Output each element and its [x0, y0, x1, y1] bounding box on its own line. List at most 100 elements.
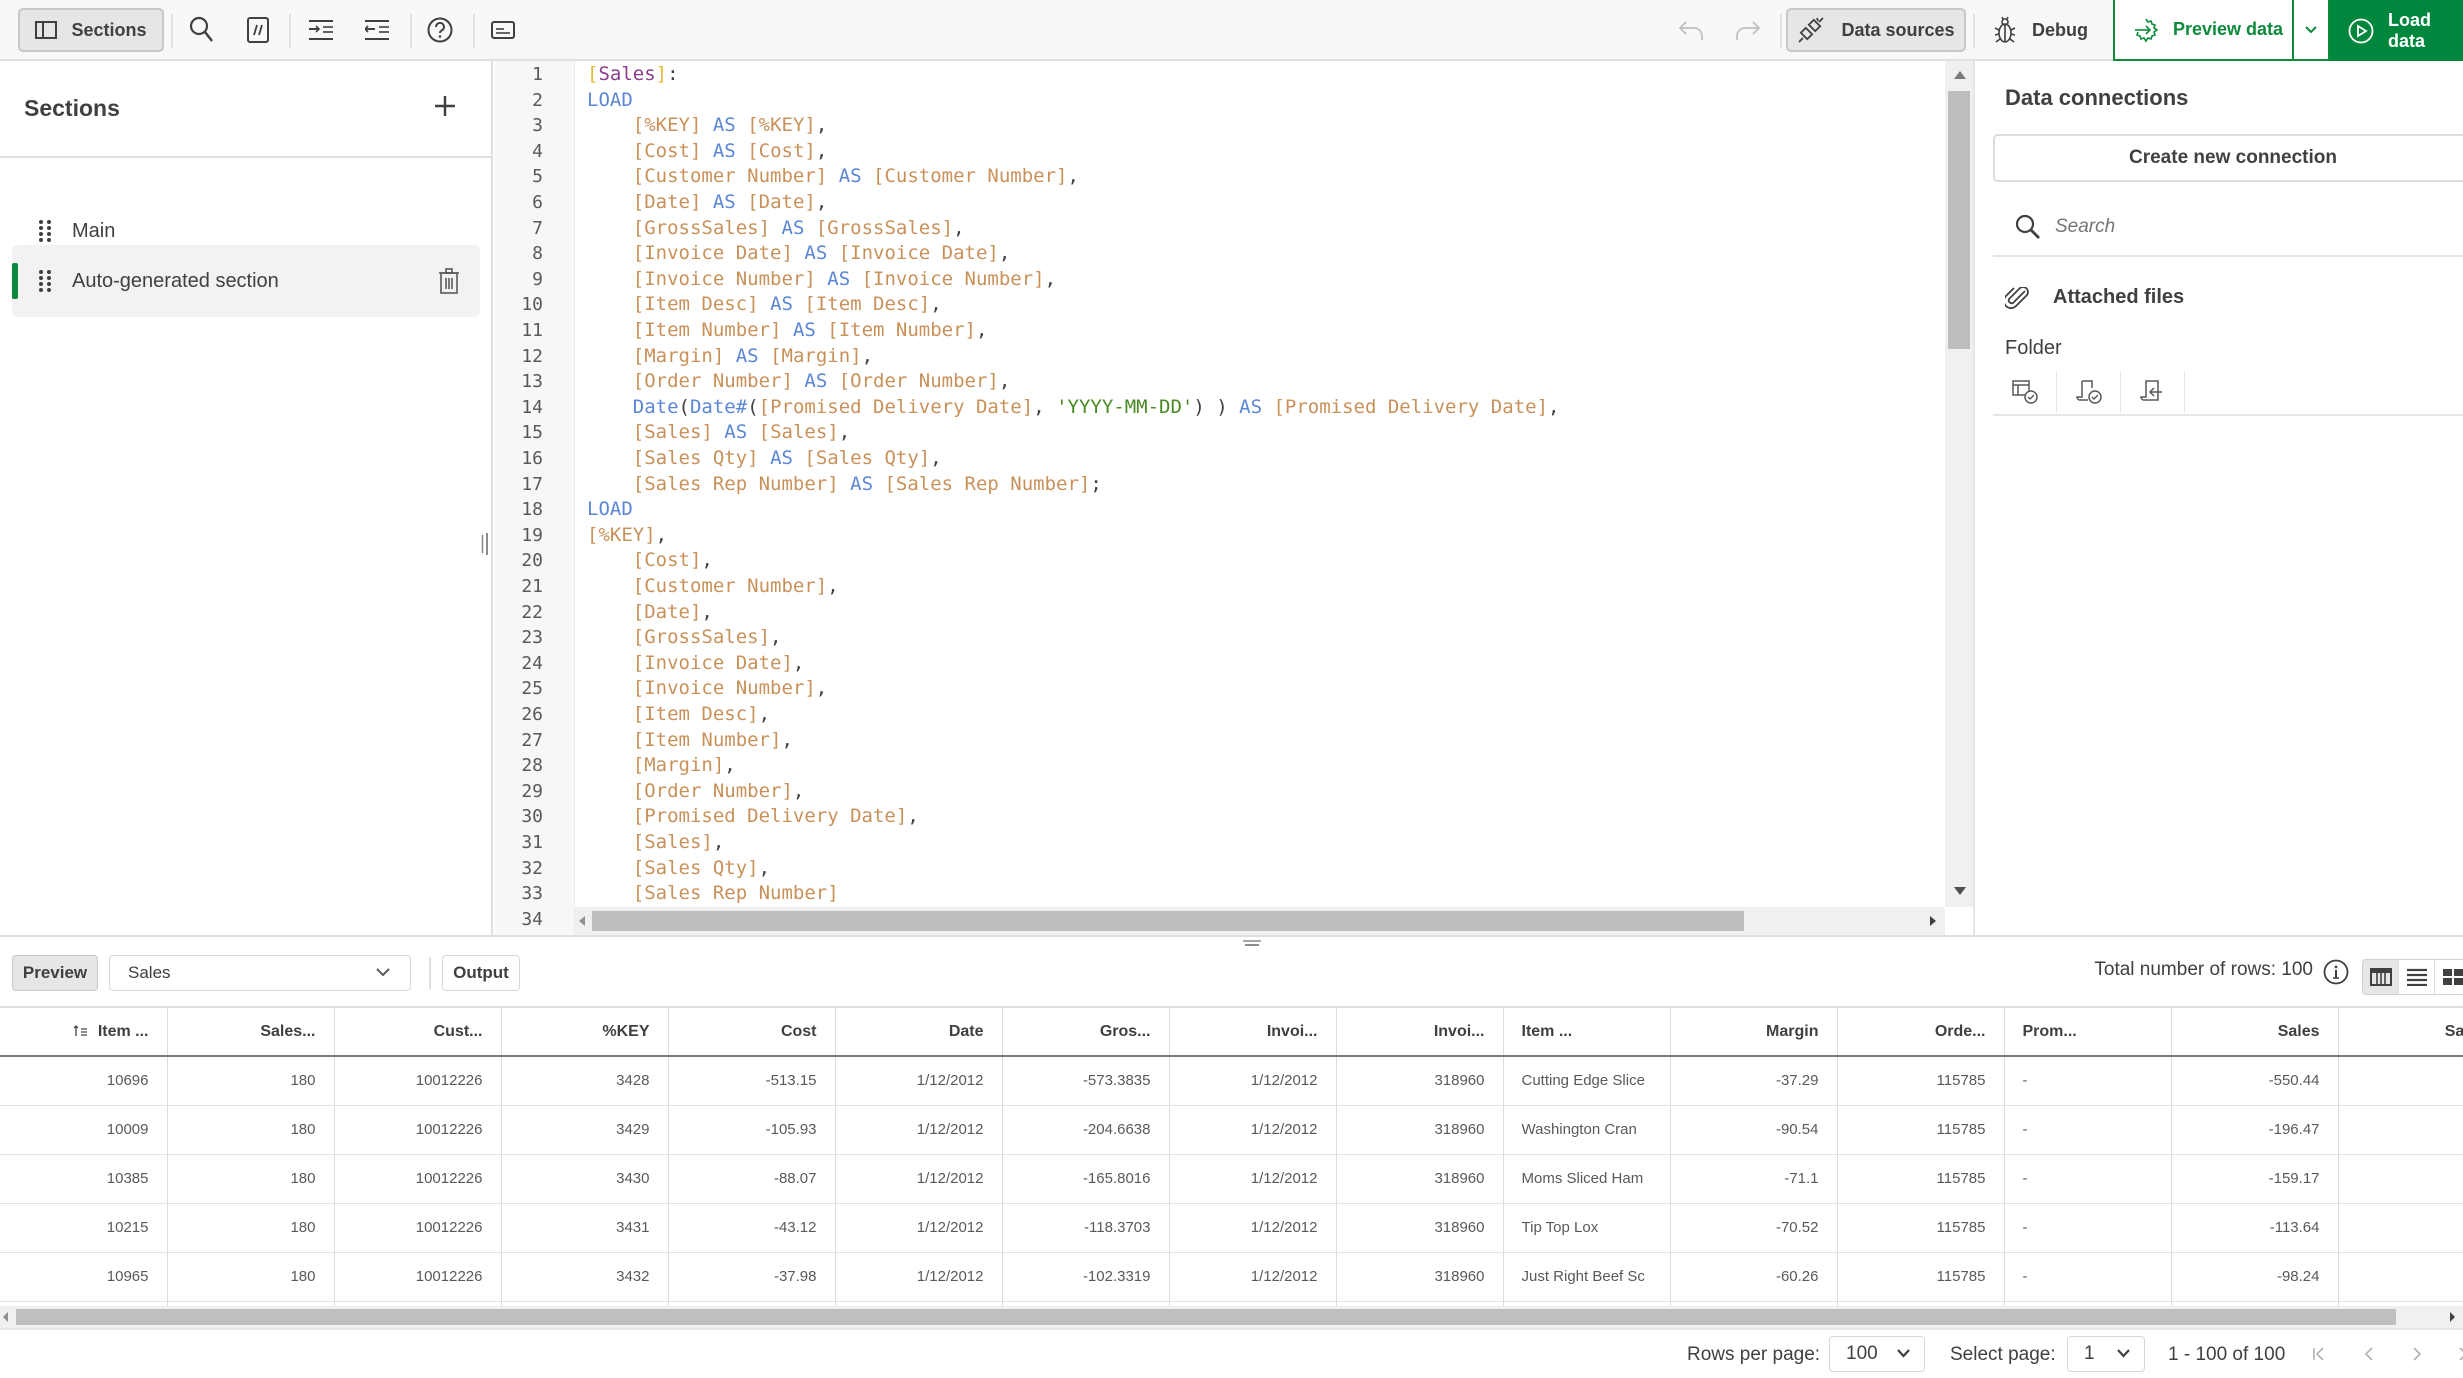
create-new-connection-button[interactable]: Create new connection — [1993, 134, 2463, 182]
column-header[interactable]: Invoi... — [1169, 1008, 1337, 1057]
scrollbar-thumb[interactable] — [592, 911, 1744, 931]
code-line[interactable]: [GrossSales] AS [GrossSales], — [587, 216, 965, 242]
code-line[interactable]: Date(Date#([Promised Delivery Date], 'YY… — [587, 395, 1560, 421]
drag-handle-icon[interactable] — [38, 269, 52, 293]
load-script-button[interactable] — [2121, 372, 2185, 412]
code-line[interactable]: LOAD — [587, 88, 633, 114]
code-line[interactable]: [Order Number], — [587, 779, 805, 805]
column-header[interactable]: Prom... — [2004, 1008, 2172, 1057]
column-header[interactable]: Orde... — [1837, 1008, 2005, 1057]
select-data-button[interactable] — [1993, 372, 2057, 412]
column-header[interactable]: Sales... — [167, 1008, 335, 1057]
code-line[interactable]: [Sales Qty], — [587, 856, 770, 882]
code-line[interactable]: LOAD — [587, 497, 633, 523]
code-line[interactable]: [Invoice Number] AS [Invoice Number], — [587, 267, 1056, 293]
column-header[interactable]: Sales — [2171, 1008, 2339, 1057]
code-line[interactable]: [Order Number] AS [Order Number], — [587, 369, 1011, 395]
add-section-button[interactable] — [430, 91, 460, 121]
code-line[interactable]: [GrossSales], — [587, 625, 782, 651]
scroll-down-icon[interactable] — [1954, 887, 1966, 895]
preview-data-button[interactable]: Preview data — [2113, 0, 2294, 61]
last-page-button[interactable] — [2452, 1342, 2463, 1366]
code-line[interactable]: [Cost] AS [Cost], — [587, 139, 828, 165]
column-header[interactable]: Cust... — [334, 1008, 502, 1057]
column-header[interactable]: Item ... — [1503, 1008, 1671, 1057]
first-page-button[interactable] — [2307, 1342, 2331, 1366]
code-line[interactable]: [Customer Number] AS [Customer Number], — [587, 164, 1079, 190]
delete-section-icon[interactable] — [438, 268, 460, 294]
scroll-left-icon[interactable] — [3, 1312, 8, 1322]
outdent-button[interactable] — [359, 12, 395, 48]
code-line[interactable]: [Invoice Date] AS [Invoice Date], — [587, 241, 1011, 267]
column-header[interactable]: Date — [835, 1008, 1003, 1057]
code-line[interactable]: [Margin] AS [Margin], — [587, 344, 873, 370]
column-header[interactable]: Cost — [668, 1008, 836, 1057]
section-item-auto-generated[interactable]: Auto-generated section — [12, 245, 480, 317]
scroll-right-icon[interactable] — [2450, 1312, 2455, 1322]
code-line[interactable]: [Item Desc] AS [Item Desc], — [587, 292, 942, 318]
code-line[interactable]: [Sales] AS [Sales], — [587, 420, 850, 446]
code-line[interactable]: [Invoice Number], — [587, 676, 827, 702]
table-horizontal-scrollbar[interactable] — [0, 1306, 2463, 1328]
rows-per-page-select[interactable]: 100 — [1829, 1336, 1925, 1372]
insert-script-button[interactable] — [2057, 372, 2121, 412]
output-panel-button[interactable] — [485, 12, 521, 48]
preview-resize-handle[interactable] — [1243, 939, 1261, 947]
load-data-button[interactable]: Load data — [2330, 0, 2463, 61]
code-line[interactable]: [Cost], — [587, 548, 713, 574]
preview-tab-button[interactable]: Preview — [12, 955, 98, 991]
help-button[interactable] — [422, 12, 458, 48]
column-header[interactable]: Item ... — [0, 1008, 168, 1057]
previous-page-button[interactable] — [2357, 1342, 2381, 1366]
debug-button[interactable]: Debug — [1985, 8, 2097, 52]
column-header[interactable]: Margin — [1670, 1008, 1838, 1057]
column-header[interactable]: Sales — [2338, 1008, 2463, 1057]
code-line[interactable]: [Sales]: — [587, 62, 679, 88]
undo-button[interactable] — [1673, 12, 1709, 48]
code-line[interactable]: [Sales Rep Number] — [587, 881, 839, 907]
scrollbar-thumb[interactable] — [16, 1309, 2396, 1325]
code-line[interactable]: [%KEY] AS [%KEY], — [587, 113, 828, 139]
info-icon[interactable] — [2323, 959, 2349, 985]
select-page-dropdown[interactable]: 1 — [2067, 1336, 2145, 1372]
output-tab-button[interactable]: Output — [442, 955, 520, 991]
next-page-button[interactable] — [2405, 1342, 2429, 1366]
code-line[interactable]: [Item Number], — [587, 728, 793, 754]
preview-options-dropdown[interactable] — [2292, 0, 2330, 61]
column-header[interactable]: Invoi... — [1336, 1008, 1504, 1057]
search-button[interactable] — [184, 12, 220, 48]
code-line[interactable]: [Invoice Date], — [587, 651, 805, 677]
data-sources-button[interactable]: Data sources — [1786, 8, 1966, 52]
sections-toggle-button[interactable]: Sections — [18, 8, 164, 52]
code-line[interactable]: [Date] AS [Date], — [587, 190, 828, 216]
scroll-up-icon[interactable] — [1954, 71, 1966, 79]
attached-files-item[interactable]: Attached files — [2005, 286, 2184, 309]
list-view-button[interactable] — [2399, 960, 2435, 994]
scrollbar-thumb[interactable] — [1948, 91, 1970, 349]
code-line[interactable]: [Customer Number], — [587, 574, 839, 600]
column-header[interactable]: %KEY — [501, 1008, 669, 1057]
column-header[interactable]: Gros... — [1002, 1008, 1170, 1057]
code-line[interactable]: [Margin], — [587, 753, 736, 779]
editor-vertical-scrollbar[interactable] — [1945, 61, 1973, 907]
code-line[interactable]: [%KEY], — [587, 523, 667, 549]
code-line[interactable]: [Item Number] AS [Item Number], — [587, 318, 988, 344]
grid-view-button[interactable] — [2435, 960, 2463, 994]
code-line[interactable]: [Sales], — [587, 830, 725, 856]
table-select[interactable]: Sales — [109, 955, 411, 991]
code-line[interactable]: [Sales Rep Number] AS [Sales Rep Number]… — [587, 472, 1102, 498]
code-line[interactable]: [Item Desc], — [587, 702, 770, 728]
code-line[interactable]: [Sales Qty] AS [Sales Qty], — [587, 446, 942, 472]
code-line[interactable]: [Promised Delivery Date], — [587, 804, 919, 830]
redo-button[interactable] — [1730, 12, 1766, 48]
table-view-button[interactable] — [2363, 960, 2399, 994]
code-area[interactable]: [Sales]: LOAD [%KEY] AS [%KEY], [Cost] AS… — [575, 61, 1945, 907]
script-editor[interactable]: 1 2 3 4 5 6 7 8 9 10 11 12 13 14 15 16 17 18 19 20 21 22 23 24 2… — [495, 61, 1983, 935]
code-line[interactable]: [Date], — [587, 600, 713, 626]
connections-search[interactable] — [1993, 199, 2463, 257]
connections-search-input[interactable] — [2055, 216, 2435, 238]
scroll-right-icon[interactable] — [1930, 916, 1936, 926]
sections-resize-handle[interactable] — [481, 533, 489, 555]
comment-button[interactable] — [240, 12, 276, 48]
editor-horizontal-scrollbar[interactable] — [575, 907, 1945, 935]
